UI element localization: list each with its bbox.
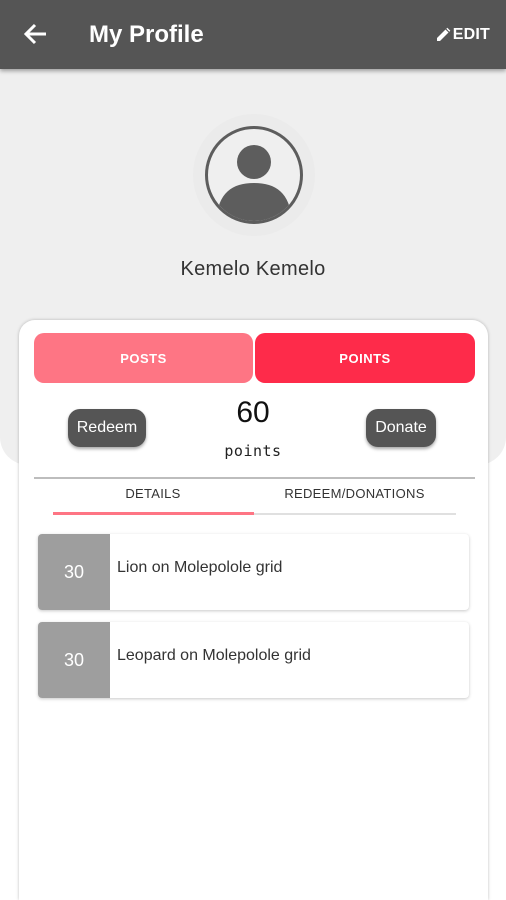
page-title: My Profile: [89, 21, 204, 48]
donate-button[interactable]: Donate: [366, 409, 436, 447]
points-tab-button[interactable]: POINTS: [255, 333, 475, 383]
list-item-description: Lion on Molepolole grid: [117, 559, 283, 576]
points-badge: 30: [38, 534, 110, 610]
list-item-description: Leopard on Molepolole grid: [117, 647, 311, 664]
edit-button[interactable]: EDIT: [435, 22, 490, 48]
points-value: 60: [236, 396, 270, 429]
list-item[interactable]: 30 Leopard on Molepolole grid: [38, 622, 469, 698]
user-silhouette-icon: [216, 145, 292, 221]
avatar[interactable]: [193, 114, 315, 236]
back-button[interactable]: [22, 20, 50, 48]
active-tab-indicator: [53, 512, 254, 515]
points-badge: 30: [38, 622, 110, 698]
pencil-icon: [436, 27, 451, 41]
points-unit-label: points: [224, 442, 282, 460]
divider: [34, 477, 475, 479]
avatar-frame: [205, 126, 303, 224]
tab-details[interactable]: DETAILS: [53, 486, 253, 514]
posts-tab-button[interactable]: POSTS: [34, 333, 253, 383]
app-bar: My Profile EDIT: [0, 0, 506, 69]
tab-underline: [254, 513, 456, 515]
arrow-left-icon: [23, 23, 46, 45]
tab-redeem-donations[interactable]: REDEEM/DONATIONS: [253, 486, 456, 514]
redeem-button[interactable]: Redeem: [68, 409, 146, 447]
edit-label: EDIT: [452, 26, 490, 43]
list-item[interactable]: 30 Lion on Molepolole grid: [38, 534, 469, 610]
user-name: Kemelo Kemelo: [180, 258, 326, 280]
